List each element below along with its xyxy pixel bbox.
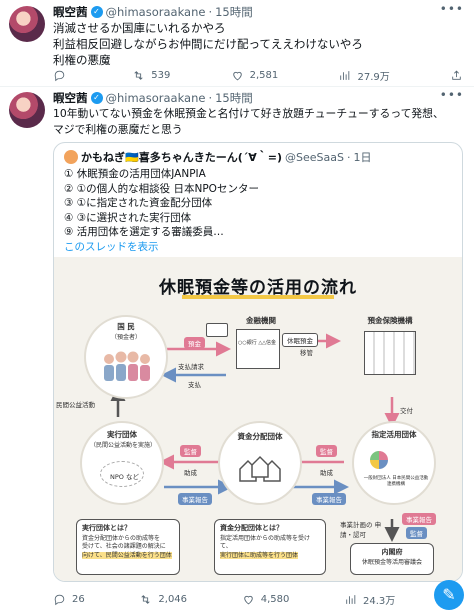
cabinet-office-box: 内閣府 休眠預金等活用審議会 [350,543,434,575]
implementing-org-label: 実行団体 （民間公益活動を実施） [90,430,157,449]
user-handle[interactable]: @SeeSaaS [285,151,344,164]
financial-institution-label: 金融機関 [246,316,276,325]
user-handle[interactable]: @himasoraakane [106,91,206,105]
supervision-tag-3: 監督 [406,527,427,539]
dormant-deposit-tag: 休眠預金 [282,333,318,347]
like-icon [232,71,242,81]
janpia-logo-icon [370,451,388,469]
payment-text: 支払 [188,381,201,389]
retweet-icon [141,595,151,604]
avatar[interactable] [9,92,45,128]
tweet-1[interactable]: 暇空茜 ✓ @himasoraakane · 15時間 ••• 消滅させるか国庫… [0,0,474,84]
views-button[interactable]: 24.3万 [344,592,395,607]
display-name[interactable]: 暇空茜 [53,4,88,20]
people-icon [100,351,154,381]
insurance-building-icon [364,331,416,375]
share-icon [452,70,461,80]
quote-header: かもねぎ🇺🇦喜多ちゃんきたーん(´∀｀=) @SeeSaaS · 1日 [64,149,371,165]
delivery-text: 交付 [400,407,413,415]
citizens-label: 国 民 （預金者） [110,322,141,341]
views-icon [346,595,356,604]
bank-building-icon [236,329,280,369]
share-button[interactable] [450,68,463,83]
quote-text: ① 休眠預金の活用団体JANPIA ② ①の個人的な相談役 日本NPOセンター … [64,168,259,238]
houses-icon [236,453,284,489]
like-button[interactable]: 4,580 [242,592,289,607]
action-bar: 539 2,581 27.9万 [53,68,463,83]
subsidy-text-2: 助成 [320,469,333,477]
verified-icon: ✓ [90,6,103,18]
supervision-tag-2: 監督 [316,445,337,457]
like-button[interactable]: 2,581 [231,68,278,83]
timestamp[interactable]: 15時間 [215,4,253,20]
designated-org-label: 指定活用団体 [371,430,417,439]
supervision-tag-1: 監督 [180,445,201,457]
implementing-org-definition: 実行団体とは？ 資金分配団体からの助成等を 受けて、社会の諸課題の解決に 向けて… [76,519,180,575]
report-tag-3: 事業報告 [402,513,436,525]
divider [0,86,474,87]
tweet-header: 暇空茜 ✓ @himasoraakane · 15時間 [53,90,253,106]
show-thread-link[interactable]: このスレッドを表示 [64,239,159,254]
timestamp[interactable]: 15時間 [215,90,253,106]
npo-text: NPO など [110,473,139,481]
transfer-text: 移管 [300,349,313,357]
civic-activity-text: 民間公益活動 [56,401,95,409]
retweet-button[interactable]: 2,046 [139,592,187,607]
avatar[interactable] [64,150,78,164]
reply-button[interactable]: 26 [53,592,85,607]
like-icon [243,595,253,605]
payment-request-text: 支払請求 [178,363,204,371]
money-stack-icon [206,323,228,337]
reply-icon [54,70,65,82]
more-icon[interactable]: ••• [440,2,464,16]
retweet-button[interactable]: 539 [132,68,170,83]
compose-icon[interactable]: ✎ [434,580,464,610]
tweet-header: 暇空茜 ✓ @himasoraakane · 15時間 [53,4,253,20]
views-button[interactable]: 27.9万 [338,68,390,83]
reply-icon [54,594,65,606]
verified-icon: ✓ [90,92,103,104]
reply-button[interactable] [53,68,72,83]
janpia-name: 一般財団法人 日本民間公益活動連携機構 [363,476,429,487]
more-icon[interactable]: ••• [440,88,464,102]
display-name[interactable]: 暇空茜 [53,90,88,106]
business-plan-text: 事業計画の 申請・認可 [340,521,382,539]
timestamp[interactable]: 1日 [353,149,371,165]
retweet-icon [134,71,143,80]
tweet-text: 消滅させるか国庫にいれるかやろ 利益相反回避しながらお仲間にだけ配ってええわけな… [53,21,363,67]
display-name[interactable]: かもねぎ🇺🇦喜多ちゃんきたーん(´∀｀=) [81,149,282,165]
deposit-tag: 預金 [184,337,205,349]
infographic-image[interactable]: 休眠預金等の活用の流れ 国 民 （預金者） 預金 支払請求 支払 金融機関 ○○… [54,257,462,581]
fund-distribution-label: 資金分配団体 [237,432,283,441]
fund-distribution-definition: 資金分配団体とは？ 指定活用団体からの助成等を受けて、 実行団体に助成等を行う団… [214,519,326,575]
avatar[interactable] [9,6,45,42]
deposit-insurance-label: 預金保険機構 [367,316,413,325]
report-tag-1: 事業報告 [178,493,212,505]
subsidy-text-1: 助成 [184,469,197,477]
report-tag-2: 事業報告 [312,493,346,505]
tweet-2[interactable]: 暇空茜 ✓ @himasoraakane · 15時間 ••• 10年動いてない… [0,88,474,610]
tweet-text: 10年動いてない預金を休眠預金と名付けて好き放題チューチューするって発想、 マジ… [53,107,444,136]
action-bar: 26 2,046 4,580 24.3万 [53,592,463,607]
user-handle[interactable]: @himasoraakane [106,5,206,19]
views-icon [340,71,350,80]
bank-names: ○○銀行 △△信金 [238,340,277,346]
quoted-tweet[interactable]: かもねぎ🇺🇦喜多ちゃんきたーん(´∀｀=) @SeeSaaS · 1日 ① 休眠… [53,142,463,582]
